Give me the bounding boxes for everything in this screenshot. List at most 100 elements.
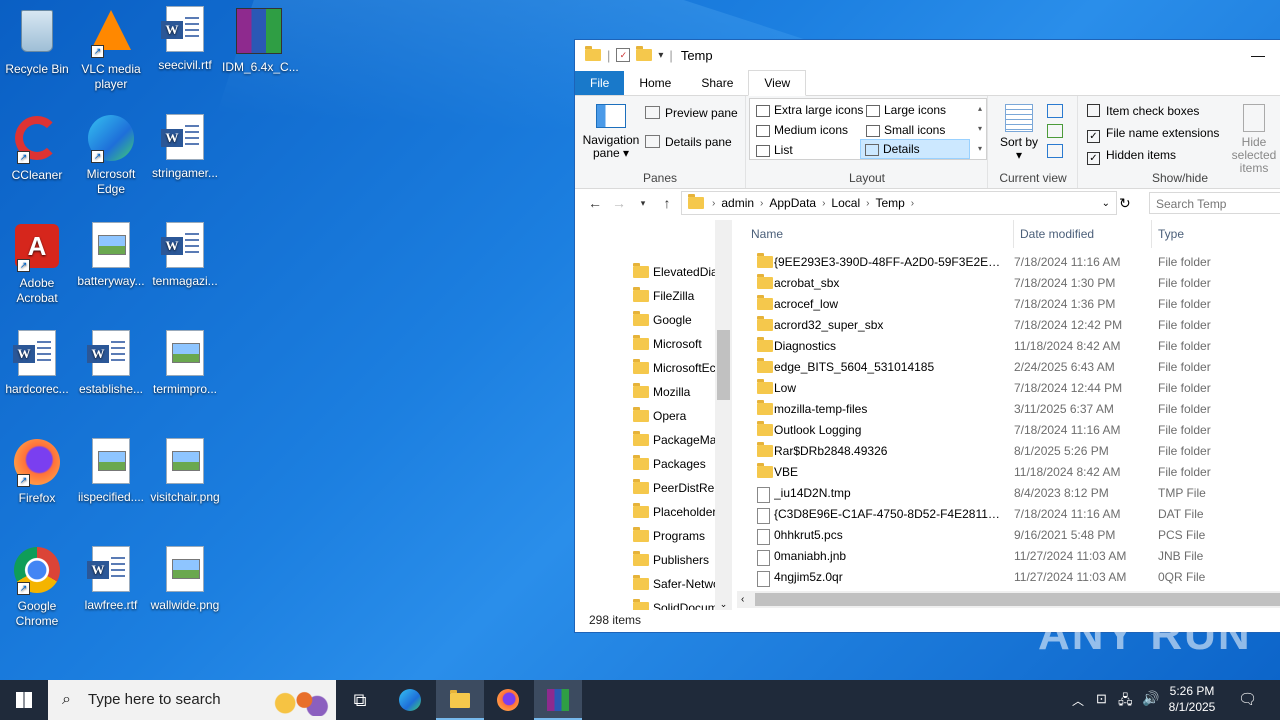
nav-item[interactable]: PeerDistRep [575, 476, 715, 500]
file-explorer-taskbar-icon[interactable] [436, 680, 484, 720]
address-bar[interactable]: › admin › AppData › Local › Temp › ⌄ [681, 191, 1117, 215]
add-columns-icon[interactable] [1047, 124, 1063, 138]
desktop-icon[interactable]: IDM_6.4x_C... [222, 6, 299, 75]
sort-by-button[interactable]: Sort by ▾ [999, 104, 1039, 162]
hide-selected-items-button[interactable]: Hide selected items [1219, 104, 1280, 175]
hidden-items-checkbox[interactable]: ✓ [1087, 152, 1100, 165]
column-header-date[interactable]: Date modified [1013, 220, 1094, 248]
desktop-icon[interactable]: Westablishe... [74, 330, 148, 397]
desktop-icon[interactable]: Wstringamer... [148, 114, 222, 181]
file-row[interactable]: mozilla-temp-files 3/11/2025 6:37 AM File … [737, 399, 1280, 420]
file-row[interactable]: {9EE293E3-390D-48FF-A2D0-59F3E2EC88... 7/… [737, 252, 1280, 273]
desktop-icon[interactable]: Wlawfree.rtf [74, 546, 148, 613]
up-icon[interactable]: ↑ [655, 195, 679, 211]
file-row[interactable]: edge_BITS_5604_531014185 2/24/2025 6:43 A… [737, 357, 1280, 378]
tab-share[interactable]: Share [686, 71, 748, 95]
layout-scroll[interactable]: ▴ ▾ ▾ [974, 99, 986, 159]
file-row[interactable]: _iu14D2N.tmp 8/4/2023 8:12 PM TMP File [737, 483, 1280, 504]
minimize-button[interactable]: — [1235, 47, 1280, 63]
desktop-icon[interactable]: visitchair.png [148, 438, 222, 505]
desktop-icon[interactable]: ↗ Firefox [0, 438, 74, 506]
file-row[interactable]: acrocef_low 7/18/2024 1:36 PM File folder [737, 294, 1280, 315]
file-row[interactable]: {C3D8E96E-C1AF-4750-8D52-F4E28119C1... 7/… [737, 504, 1280, 525]
properties-icon[interactable]: ✓ [616, 48, 631, 62]
layout-large-icons[interactable]: Large icons [862, 101, 946, 119]
nav-item[interactable]: Publishers [575, 548, 715, 572]
scroll-left-arrow[interactable]: ‹ [741, 591, 744, 608]
hidden-items-toggle[interactable]: ✓ Hidden items [1087, 148, 1176, 165]
layout-details[interactable]: Details [860, 139, 970, 159]
desktop-icon[interactable]: A ↗ Adobe Acrobat [0, 222, 74, 306]
group-by-icon[interactable] [1047, 104, 1063, 118]
file-row[interactable]: Outlook Logging 7/18/2024 11:16 AM File fo… [737, 420, 1280, 441]
nav-item[interactable]: SolidDocum [575, 596, 715, 610]
file-row[interactable]: VBE 11/18/2024 8:42 AM File folder [737, 462, 1280, 483]
column-header-name[interactable]: Name [751, 220, 783, 248]
customize-quick-access-icon[interactable]: ▾ [658, 50, 663, 61]
file-row[interactable]: 0maniabh.jnb 11/27/2024 11:03 AM JNB File [737, 546, 1280, 567]
desktop-icon[interactable]: Wseecivil.rtf [148, 6, 222, 73]
nav-item[interactable]: FileZilla [575, 284, 715, 308]
task-manager-tray-icon[interactable]: ⊡ [1096, 691, 1107, 707]
item-check-boxes-toggle[interactable]: Item check boxes [1087, 104, 1199, 118]
file-row[interactable]: acrobat_sbx 7/18/2024 1:30 PM File folder [737, 273, 1280, 294]
refresh-icon[interactable]: ↻ [1119, 195, 1131, 212]
file-row[interactable]: 4ngjim5z.0qr 11/27/2024 11:03 AM 0QR File [737, 567, 1280, 588]
size-columns-icon[interactable] [1047, 144, 1063, 158]
tab-file[interactable]: File [575, 71, 625, 95]
file-row[interactable]: Diagnostics 11/18/2024 8:42 AM File folder [737, 336, 1280, 357]
breadcrumb-appdata[interactable]: AppData [769, 196, 816, 210]
nav-item[interactable]: Opera [575, 404, 715, 428]
winrar-taskbar-icon[interactable] [534, 680, 582, 720]
nav-item[interactable]: Placeholder [575, 500, 715, 524]
breadcrumb-admin[interactable]: admin [721, 196, 754, 210]
breadcrumb-temp[interactable]: Temp [875, 196, 904, 210]
layout-list[interactable]: List [752, 141, 793, 159]
desktop-icon[interactable]: Wtenmagazi... [148, 222, 222, 289]
desktop-icon[interactable]: Whardcorec... [0, 330, 74, 397]
desktop-icon[interactable]: termimpro... [148, 330, 222, 397]
file-row[interactable]: 0hhkrut5.pcs 9/16/2021 5:48 PM PCS File [737, 525, 1280, 546]
tab-home[interactable]: Home [624, 71, 686, 95]
start-button[interactable] [0, 680, 48, 720]
column-header-type[interactable]: Type [1151, 220, 1184, 248]
nav-item[interactable]: PackageMa [575, 428, 715, 452]
nav-item[interactable]: Safer-Netwo [575, 572, 715, 596]
forward-icon[interactable]: → [607, 195, 631, 211]
layout-small-icons[interactable]: Small icons [862, 121, 945, 139]
navigation-scroll-thumb[interactable] [717, 330, 730, 400]
clock[interactable]: 5:26 PM 8/1/2025 [1150, 683, 1234, 715]
task-view-icon[interactable]: ⧉ [336, 680, 384, 720]
firefox-taskbar-icon[interactable] [484, 680, 532, 720]
nav-item[interactable]: Packages [575, 452, 715, 476]
file-list-horizontal-scrollbar[interactable]: ‹ [737, 591, 1280, 608]
recent-locations-icon[interactable]: ▾ [631, 198, 655, 209]
item-check-boxes-checkbox[interactable] [1087, 104, 1100, 117]
back-icon[interactable]: ← [583, 195, 607, 211]
file-row[interactable]: acrord32_super_sbx 7/18/2024 12:42 PM File… [737, 315, 1280, 336]
nav-item[interactable]: Google [575, 308, 715, 332]
file-name-extensions-toggle[interactable]: ✓ File name extensions [1087, 126, 1219, 143]
file-row[interactable]: Rar$DRb2848.49326 8/1/2025 5:26 PM File fo… [737, 441, 1280, 462]
notifications-icon[interactable]: 🗨 [1238, 690, 1257, 708]
layout-medium-icons[interactable]: Medium icons [752, 121, 848, 139]
desktop-icon[interactable]: ↗ VLC media player [74, 6, 148, 92]
desktop-icon[interactable]: wallwide.png [148, 546, 222, 613]
tab-view[interactable]: View [748, 70, 807, 96]
layout-extra-large-icons[interactable]: Extra large icons [752, 101, 863, 119]
nav-item[interactable]: Microsoft [575, 332, 715, 356]
navigation-pane-button[interactable]: Navigation pane ▾ [581, 104, 641, 160]
navigation-scrollbar[interactable]: ⌄ [715, 220, 732, 610]
nav-item[interactable]: ElevatedDia [575, 260, 715, 284]
show-hidden-icons-icon[interactable]: ︿ [1072, 692, 1084, 709]
search-input[interactable]: Search Temp [1149, 192, 1280, 214]
breadcrumb-local[interactable]: Local [831, 196, 860, 210]
edge-taskbar-icon[interactable] [386, 680, 434, 720]
desktop-icon[interactable]: ↗ CCleaner [0, 114, 74, 183]
taskbar-search[interactable]: ⌕ Type here to search [48, 680, 336, 720]
details-pane-button[interactable]: Details pane [645, 135, 732, 149]
desktop-icon[interactable]: ↗ Google Chrome [0, 546, 74, 629]
desktop-icon[interactable]: ↗ Microsoft Edge [74, 114, 148, 197]
file-row[interactable]: Low 7/18/2024 12:44 PM File folder [737, 378, 1280, 399]
scroll-down-arrow[interactable]: ⌄ [715, 599, 732, 610]
